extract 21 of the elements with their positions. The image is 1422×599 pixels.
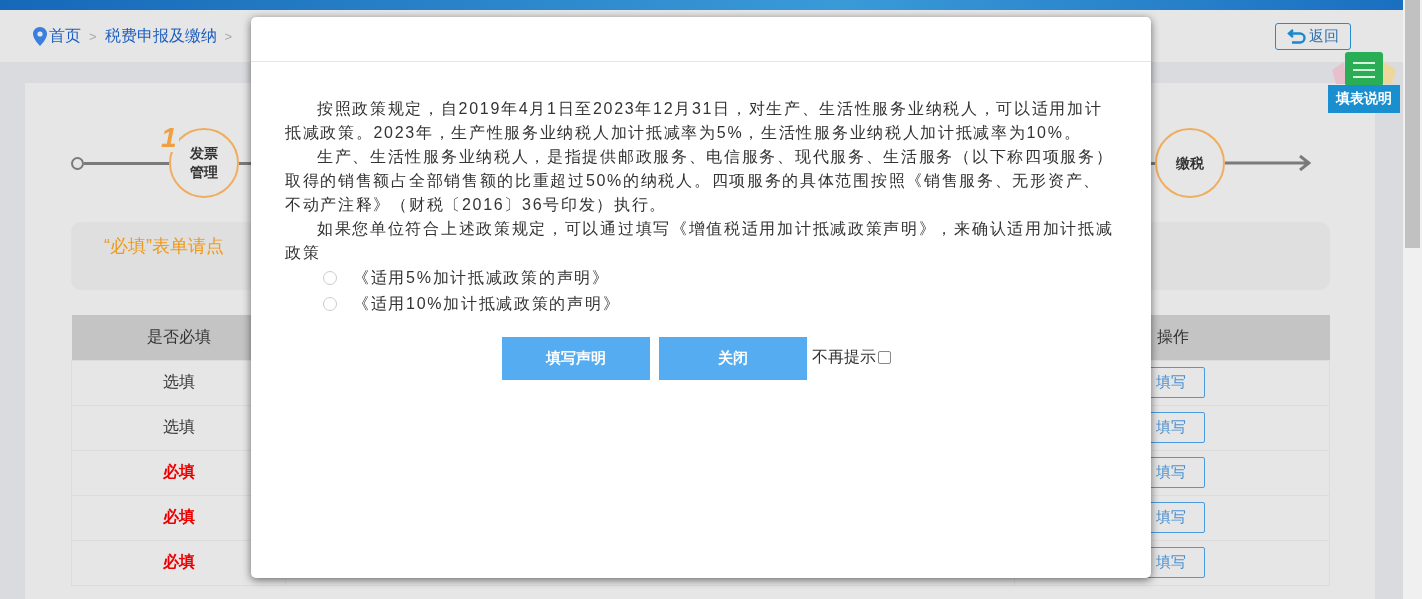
- dialog-button[interactable]: 填写声明: [502, 337, 650, 380]
- breadcrumb-link[interactable]: 首页: [33, 25, 81, 47]
- location-pin-icon: [33, 26, 47, 46]
- breadcrumb-separator: >: [224, 28, 233, 44]
- policy-paragraph: 按照政策规定，自2019年4月1日至2023年12月31日，对生产、生活性服务业纳税人，可以适用加计抵减政策。2023年，生产性服务业纳税人加计抵减率为5%，生活性服务业纳税人加计抵减率为10%。: [285, 99, 1104, 143]
- checkbox[interactable]: [878, 351, 891, 364]
- dialog-button[interactable]: 关闭: [659, 337, 807, 380]
- help-button[interactable]: 填表说明: [1328, 85, 1400, 113]
- option-label[interactable]: 《适用10%加计抵减政策的声明》: [353, 292, 621, 316]
- back-button[interactable]: 返回: [1275, 22, 1351, 50]
- step-label: 缴税: [1176, 153, 1204, 173]
- option-label[interactable]: 《适用5%加计抵减政策的声明》: [353, 266, 610, 290]
- scrollbar[interactable]: [1403, 0, 1422, 599]
- notice-text: “必填”表单请点: [104, 235, 224, 258]
- breadcrumb-link[interactable]: 税费申报及缴纳: [104, 25, 217, 47]
- policy-paragraph: 如果您单位符合上述政策规定，可以通过填写《增值税适用加计抵减政策声明》，来确认适用加计抵减政策: [285, 219, 1115, 263]
- return-arrow-icon: [1287, 28, 1307, 44]
- checkbox-label[interactable]: 不再提示: [812, 347, 876, 368]
- breadcrumb-separator: >: [89, 28, 97, 44]
- step-label: 发票管理: [190, 144, 218, 182]
- policy-paragraph: 生产、生活性服务业纳税人，是指提供邮政服务、电信服务、现代服务、生活服务（以下称四项服务）取得的销售额占全部销售额的比重超过50%的纳税人。四项服务的具体范围按照《销售服务、无形资产、不动产注释》（财税〔2016〕36号印发）执行。: [285, 147, 1115, 215]
